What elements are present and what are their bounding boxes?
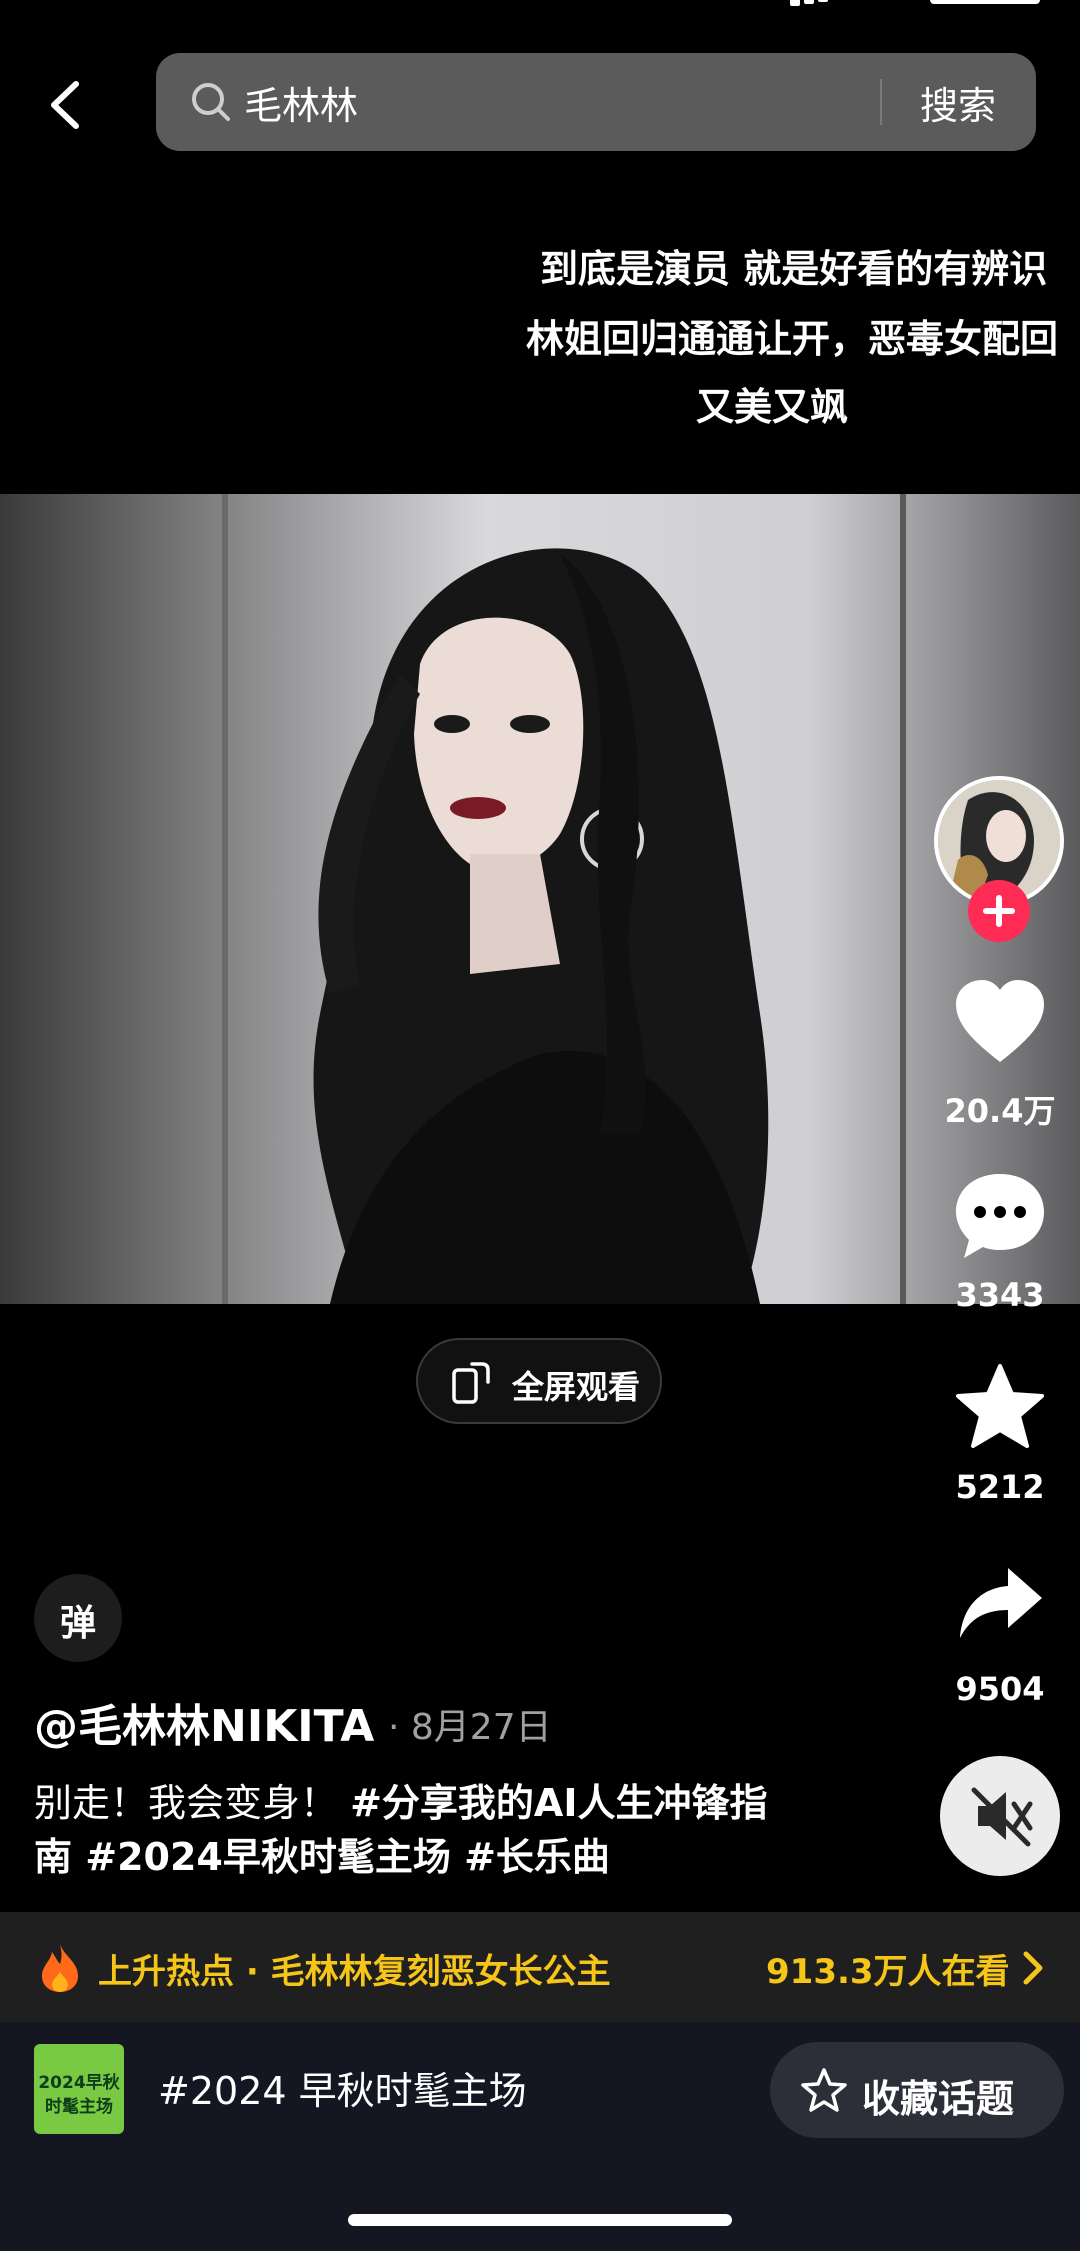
topic-bar: 2024早秋 时髦主场 #2024 早秋时髦主场 收藏话题 [0, 2022, 1080, 2251]
trending-bar[interactable]: 上升热点 · 毛林林复刻恶女长公主 913.3万人在看 [0, 1912, 1080, 2022]
search-input[interactable]: 毛林林 [244, 75, 358, 130]
topic-title-link[interactable]: #2024 早秋时髦主场 [158, 2060, 527, 2115]
like-button[interactable] [952, 978, 1048, 1068]
danmu-label: 弹 [59, 1603, 96, 1644]
back-button[interactable] [36, 70, 96, 140]
mute-toggle[interactable] [940, 1756, 1060, 1876]
favorite-topic-label: 收藏话题 [862, 2077, 1015, 2121]
chevron-right-icon [1023, 1951, 1043, 1985]
search-bar[interactable]: 毛林林 搜索 [156, 53, 1036, 151]
fire-icon [42, 1944, 78, 1992]
trending-topic: 上升热点 · 毛林林复刻恶女长公主 [98, 1952, 611, 1992]
mute-icon [971, 1787, 1033, 1847]
share-button[interactable] [956, 1564, 1046, 1644]
post-date: · 8月27日 [388, 1707, 552, 1748]
search-button[interactable]: 搜索 [920, 75, 996, 130]
star-outline-icon [801, 2068, 847, 2112]
topic-thumb-line1: 2024早秋 [38, 2073, 120, 2093]
danmu-button[interactable]: 弹 [34, 1574, 122, 1662]
favorite-topic-button[interactable]: 收藏话题 [770, 2042, 1064, 2138]
fullscreen-icon [452, 1362, 490, 1404]
hashtag-link[interactable]: #长乐曲 [451, 1835, 610, 1879]
status-bar [0, 0, 1080, 20]
collect-count: 5212 [955, 1468, 1045, 1506]
plus-icon [983, 895, 1015, 927]
heart-icon [956, 980, 1044, 1062]
video-caption-line: 又美又飒 [696, 385, 849, 429]
post-description: 别走！我会变身！ #分享我的AI人生冲锋指 [34, 1772, 767, 1827]
star-icon [956, 1364, 1044, 1448]
fullscreen-label: 全屏观看 [512, 1368, 641, 1406]
battery-icon [930, 0, 1040, 4]
back-icon [51, 81, 79, 129]
share-count: 9504 [955, 1670, 1045, 1708]
video-player[interactable] [0, 494, 1080, 1304]
comment-icon [956, 1174, 1044, 1258]
share-icon [960, 1568, 1042, 1638]
hashtag-link[interactable]: 南 [34, 1835, 72, 1879]
signal-bar [790, 0, 800, 6]
comment-button[interactable] [952, 1170, 1048, 1262]
video-caption-line: 到底是演员 就是好看的有辨识 [540, 247, 1048, 291]
description-text: 别走！我会变身！ [34, 1781, 351, 1825]
collect-button[interactable] [952, 1362, 1048, 1454]
viewer-count: 913.3万人在看 [766, 1952, 1010, 1992]
hashtag-link[interactable]: #分享我的AI人生冲锋指 [350, 1781, 767, 1825]
video-caption-line: 林姐回归通通让开，恶毒女配回 [526, 317, 1059, 361]
fullscreen-button[interactable]: 全屏观看 [416, 1338, 662, 1424]
topic-thumb-line2: 时髦主场 [45, 2097, 113, 2117]
hashtag-link[interactable]: #2024早秋时髦主场 [72, 1835, 451, 1879]
home-indicator[interactable] [348, 2214, 732, 2226]
search-divider [880, 79, 882, 125]
post-description-line2: 南 #2024早秋时髦主场 #长乐曲 [34, 1826, 610, 1881]
video-frame-image [0, 494, 1080, 1304]
signal-bar [818, 0, 828, 2]
author-name-link[interactable]: @毛林林NIKITA [34, 1690, 374, 1754]
signal-bar [804, 0, 814, 4]
like-count: 20.4万 [944, 1092, 1056, 1130]
follow-button[interactable] [968, 880, 1030, 942]
comment-count: 3343 [955, 1276, 1045, 1314]
topic-thumbnail[interactable]: 2024早秋 时髦主场 [34, 2044, 124, 2134]
search-icon [192, 83, 230, 121]
